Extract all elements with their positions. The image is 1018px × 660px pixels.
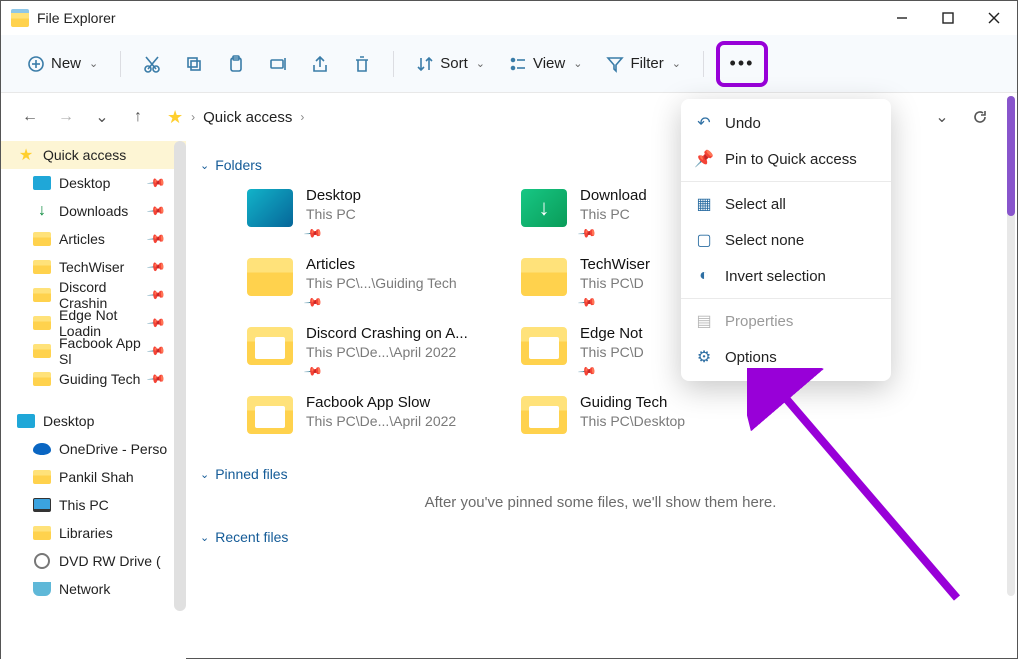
address-chevron[interactable]: ⌄ [927, 102, 957, 132]
select-all-icon: ▦ [695, 195, 713, 213]
folder-icon [247, 189, 293, 227]
breadcrumb-label[interactable]: Quick access [203, 109, 292, 126]
sidebar-item-guiding[interactable]: Guiding Tech📌 [1, 365, 186, 393]
pin-icon: 📌 [146, 229, 166, 249]
sidebar-network[interactable]: Network [1, 575, 186, 603]
sidebar-libraries[interactable]: Libraries [1, 519, 186, 547]
chevron-right-icon: › [300, 110, 304, 124]
cut-button[interactable] [133, 49, 171, 79]
sidebar: ★ Quick access Desktop📌 ↓Downloads📌 Arti… [1, 141, 186, 660]
pin-icon: 📌 [146, 369, 166, 389]
menu-undo[interactable]: ↶Undo [681, 105, 891, 141]
menu-properties[interactable]: ▤Properties [681, 303, 891, 339]
pin-icon: 📌 [303, 223, 323, 243]
content-scrollbar[interactable] [1007, 96, 1015, 596]
new-label: New [51, 55, 81, 72]
pin-icon: 📌 [303, 361, 323, 381]
up-button[interactable]: ↑ [123, 102, 153, 132]
sidebar-item-articles[interactable]: Articles📌 [1, 225, 186, 253]
pin-icon: 📌 [577, 223, 597, 243]
history-chevron[interactable]: ⌄ [87, 102, 117, 132]
sort-button[interactable]: Sort⌄ [406, 49, 495, 79]
sidebar-item-techwiser[interactable]: TechWiser📌 [1, 253, 186, 281]
app-icon [11, 9, 29, 27]
star-icon: ★ [167, 107, 183, 128]
star-icon: ★ [17, 147, 35, 163]
minimize-button[interactable] [879, 1, 925, 35]
menu-invert[interactable]: ◐Invert selection [681, 258, 891, 294]
pin-icon: 📌 [695, 150, 713, 168]
back-button[interactable]: ← [15, 102, 45, 132]
invert-icon: ◐ [695, 267, 713, 285]
maximize-button[interactable] [925, 1, 971, 35]
overflow-menu: ↶Undo 📌Pin to Quick access ▦Select all ▢… [681, 99, 891, 381]
undo-icon: ↶ [695, 114, 713, 132]
sidebar-onedrive[interactable]: OneDrive - Perso [1, 435, 186, 463]
folder-icon [247, 258, 293, 296]
tile-desktop[interactable]: DesktopThis PC📌 [246, 183, 496, 244]
pin-icon: 📌 [146, 313, 166, 333]
filter-label: Filter [630, 55, 663, 72]
rename-button[interactable] [259, 49, 297, 79]
more-button[interactable]: ••• [722, 47, 762, 81]
gear-icon: ⚙ [695, 348, 713, 366]
sidebar-item-facbook[interactable]: Facbook App Sl📌 [1, 337, 186, 365]
window-title: File Explorer [37, 10, 116, 26]
select-none-icon: ▢ [695, 231, 713, 249]
sidebar-quick-access[interactable]: ★ Quick access [1, 141, 186, 169]
sidebar-label: Quick access [43, 147, 126, 163]
tile-guiding[interactable]: Guiding TechThis PC\Desktop [520, 390, 770, 440]
pin-icon: 📌 [577, 361, 597, 381]
pin-icon: 📌 [146, 285, 166, 305]
menu-select-all[interactable]: ▦Select all [681, 186, 891, 222]
chevron-right-icon: › [191, 110, 195, 124]
more-button-highlight: ••• [716, 41, 768, 87]
pin-icon: 📌 [146, 341, 166, 361]
properties-icon: ▤ [695, 312, 713, 330]
folder-icon: ↓ [521, 189, 567, 227]
sort-label: Sort [440, 55, 468, 72]
download-icon: ↓ [33, 203, 51, 219]
folder-icon [521, 327, 567, 365]
pin-icon: 📌 [577, 292, 597, 312]
new-button[interactable]: New⌄ [17, 49, 108, 79]
folder-icon [247, 396, 293, 434]
pin-icon: 📌 [146, 201, 166, 221]
annotation-arrow [747, 368, 977, 608]
filter-button[interactable]: Filter⌄ [596, 49, 691, 79]
menu-select-none[interactable]: ▢Select none [681, 222, 891, 258]
sidebar-dvd[interactable]: DVD RW Drive ( [1, 547, 186, 575]
sidebar-item-edge[interactable]: Edge Not Loadin📌 [1, 309, 186, 337]
sidebar-thispc[interactable]: This PC [1, 491, 186, 519]
menu-pin[interactable]: 📌Pin to Quick access [681, 141, 891, 177]
folder-icon [521, 258, 567, 296]
paste-button[interactable] [217, 49, 255, 79]
delete-button[interactable] [343, 49, 381, 79]
tile-facbook[interactable]: Facbook App SlowThis PC\De...\April 2022 [246, 390, 496, 440]
tile-discord[interactable]: Discord Crashing on A...This PC\De...\Ap… [246, 321, 496, 382]
pin-icon: 📌 [146, 257, 166, 277]
pin-icon: 📌 [146, 173, 166, 193]
sidebar-userfolder[interactable]: Pankil Shah [1, 463, 186, 491]
folder-icon [521, 396, 567, 434]
titlebar: File Explorer [1, 1, 1017, 35]
sidebar-desktop-root[interactable]: Desktop [1, 407, 186, 435]
pin-icon: 📌 [303, 292, 323, 312]
sidebar-scrollbar[interactable] [174, 141, 186, 611]
close-button[interactable] [971, 1, 1017, 35]
command-bar: New⌄ Sort⌄ View⌄ Filter⌄ ••• [1, 35, 1017, 93]
share-button[interactable] [301, 49, 339, 79]
sidebar-item-downloads[interactable]: ↓Downloads📌 [1, 197, 186, 225]
copy-button[interactable] [175, 49, 213, 79]
view-button[interactable]: View⌄ [499, 49, 592, 79]
forward-button[interactable]: → [51, 102, 81, 132]
view-label: View [533, 55, 565, 72]
tile-articles[interactable]: ArticlesThis PC\...\Guiding Tech📌 [246, 252, 496, 313]
sidebar-item-desktop[interactable]: Desktop📌 [1, 169, 186, 197]
refresh-button[interactable] [965, 102, 995, 132]
folder-icon [247, 327, 293, 365]
sidebar-item-discord[interactable]: Discord Crashin📌 [1, 281, 186, 309]
